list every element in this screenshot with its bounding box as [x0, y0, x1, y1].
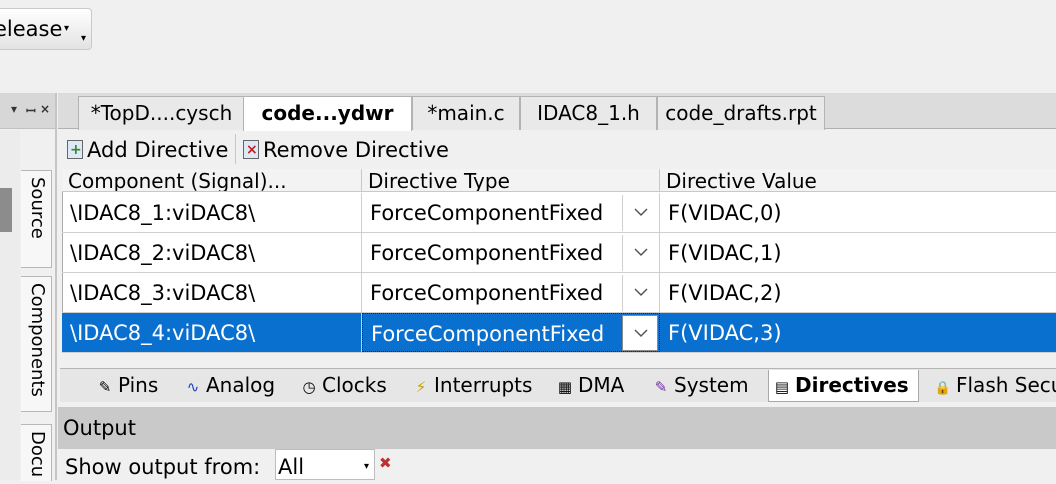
- tab-label: code...ydwr: [261, 101, 394, 125]
- tab-label: Flash Secu: [956, 373, 1056, 397]
- directive-type-cell[interactable]: ForceComponentFixed: [362, 273, 660, 312]
- toolbar-separator: [235, 134, 236, 164]
- table-row[interactable]: \IDAC8_1:viDAC8\ ForceComponentFixed F(V…: [62, 193, 1056, 233]
- remove-directive-button[interactable]: Remove Directive: [243, 135, 449, 165]
- dma-icon: ▦: [557, 378, 573, 396]
- remove-directive-icon: [243, 135, 259, 165]
- panel-menu-icon[interactable]: ▾: [11, 102, 17, 116]
- directives-icon: ▤: [774, 378, 790, 396]
- build-configuration-value: elease: [0, 17, 63, 41]
- tab-topdesign[interactable]: *TopD....cysch: [78, 96, 245, 130]
- build-configuration-select[interactable]: elease ▾ ▾: [0, 8, 92, 50]
- column-header-component[interactable]: Component (Signal)...: [62, 169, 362, 192]
- directive-type-dropdown[interactable]: [622, 235, 658, 271]
- directive-type-dropdown[interactable]: [622, 315, 658, 351]
- column-header-directive-value[interactable]: Directive Value: [660, 169, 1056, 192]
- directive-type-cell[interactable]: ForceComponentFixed: [362, 233, 660, 272]
- tab-label: *TopD....cysch: [90, 101, 233, 125]
- component-cell[interactable]: \IDAC8_4:viDAC8\: [62, 313, 362, 352]
- table-row[interactable]: \IDAC8_2:viDAC8\ ForceComponentFixed F(V…: [62, 233, 1056, 273]
- tab-label: IDAC8_1.h: [537, 101, 640, 125]
- dropdown-arrow-icon: ▾: [364, 461, 370, 472]
- directive-type-value: ForceComponentFixed: [371, 322, 605, 346]
- directive-type-dropdown[interactable]: [622, 275, 658, 311]
- column-header-label: Directive Type: [368, 169, 510, 192]
- table-row[interactable]: \IDAC8_3:viDAC8\ ForceComponentFixed F(V…: [62, 273, 1056, 313]
- add-directive-label: Add Directive: [87, 138, 229, 162]
- toolbar-overflow-icon[interactable]: ▾: [81, 19, 86, 49]
- pin-icon[interactable]: ꟷ: [26, 102, 36, 119]
- directive-type-dropdown[interactable]: [622, 195, 658, 231]
- chevron-down-icon: [634, 248, 648, 257]
- lock-icon: 🔒: [934, 381, 952, 396]
- close-icon[interactable]: ×: [40, 102, 50, 116]
- directive-value-cell[interactable]: F(VIDAC,0): [660, 193, 1056, 232]
- tab-label: Clocks: [322, 373, 387, 397]
- tab-directives[interactable]: ▤ Directives: [768, 370, 919, 402]
- tab-dma[interactable]: ▦ DMA: [552, 370, 624, 400]
- directive-type-value: ForceComponentFixed: [370, 241, 604, 265]
- panel-splitter[interactable]: [55, 93, 57, 480]
- tab-idac8-h[interactable]: IDAC8_1.h: [520, 96, 657, 130]
- chevron-down-icon: [634, 329, 648, 338]
- component-cell[interactable]: \IDAC8_2:viDAC8\: [62, 233, 362, 272]
- directive-type-cell[interactable]: ForceComponentFixed: [362, 193, 660, 232]
- pins-icon: ✎: [98, 378, 112, 396]
- tab-source[interactable]: Source: [21, 170, 52, 268]
- directive-value-cell[interactable]: F(VIDAC,1): [660, 233, 1056, 272]
- workspace-panel-body: [0, 130, 20, 480]
- component-cell[interactable]: \IDAC8_3:viDAC8\: [62, 273, 362, 312]
- column-header-directive-type[interactable]: Directive Type: [362, 169, 660, 192]
- tab-code-drafts-rpt[interactable]: code_drafts.rpt: [657, 96, 825, 130]
- directive-type-cell[interactable]: ForceComponentFixed: [362, 313, 660, 352]
- directive-type-value: ForceComponentFixed: [370, 281, 604, 305]
- tab-system[interactable]: ✎ System: [648, 370, 749, 400]
- tab-source-label: Source: [27, 177, 48, 239]
- tab-pins[interactable]: ✎ Pins: [92, 370, 159, 400]
- clear-output-icon[interactable]: ✖: [379, 456, 395, 472]
- tab-label: code_drafts.rpt: [665, 101, 817, 125]
- column-header-label: Directive Value: [666, 169, 817, 192]
- remove-directive-label: Remove Directive: [263, 138, 449, 162]
- component-cell[interactable]: \IDAC8_1:viDAC8\: [62, 193, 362, 232]
- clock-icon: ◷: [302, 378, 316, 396]
- add-directive-icon: [67, 135, 83, 165]
- directive-type-value: ForceComponentFixed: [370, 201, 604, 225]
- tab-label: System: [674, 373, 749, 397]
- tab-label: Analog: [206, 373, 276, 397]
- add-directive-button[interactable]: Add Directive: [67, 135, 228, 165]
- analog-icon: ∿: [186, 378, 200, 396]
- column-header-label: Component (Signal)...: [68, 169, 287, 192]
- tab-label: *main.c: [427, 101, 505, 125]
- system-icon: ✎: [654, 378, 668, 396]
- output-panel-title: Output: [58, 407, 1056, 449]
- tab-interrupts[interactable]: ⚡ Interrupts: [408, 370, 533, 400]
- main-toolbar: [0, 0, 1056, 92]
- tab-label: Interrupts: [434, 373, 533, 397]
- directive-value-cell[interactable]: F(VIDAC,2): [660, 273, 1056, 312]
- directive-value-cell[interactable]: F(VIDAC,3): [660, 313, 1056, 352]
- tab-components[interactable]: Components: [21, 276, 52, 412]
- show-output-from-label: Show output from:: [65, 455, 261, 479]
- lightning-icon: ⚡: [415, 378, 427, 396]
- tab-docs[interactable]: Docu: [21, 424, 52, 481]
- tab-clocks[interactable]: ◷ Clocks: [296, 370, 387, 400]
- chevron-down-icon: [634, 208, 648, 217]
- tab-docs-label: Docu: [27, 431, 48, 478]
- tab-label: Directives: [795, 373, 909, 397]
- tab-code-ydwr[interactable]: code...ydwr: [243, 96, 412, 131]
- tab-label: DMA: [578, 373, 625, 397]
- chevron-down-icon: [634, 288, 648, 297]
- dropdown-arrow-icon: ▾: [64, 23, 70, 34]
- tab-analog[interactable]: ∿ Analog: [180, 370, 275, 400]
- tab-label: Pins: [118, 373, 159, 397]
- output-source-select[interactable]: All ▾: [275, 449, 375, 480]
- table-row-selected[interactable]: \IDAC8_4:viDAC8\ ForceComponentFixed F(V…: [62, 313, 1056, 353]
- workspace-scrollbar-thumb[interactable]: [0, 188, 12, 232]
- workspace-panel-header: ▾ ꟷ ×: [0, 93, 55, 129]
- tab-main-c[interactable]: *main.c: [412, 96, 520, 130]
- tab-flash-security[interactable]: 🔒 Flash Secu: [930, 370, 1056, 400]
- tab-components-label: Components: [27, 283, 48, 397]
- output-source-value: All: [278, 455, 305, 479]
